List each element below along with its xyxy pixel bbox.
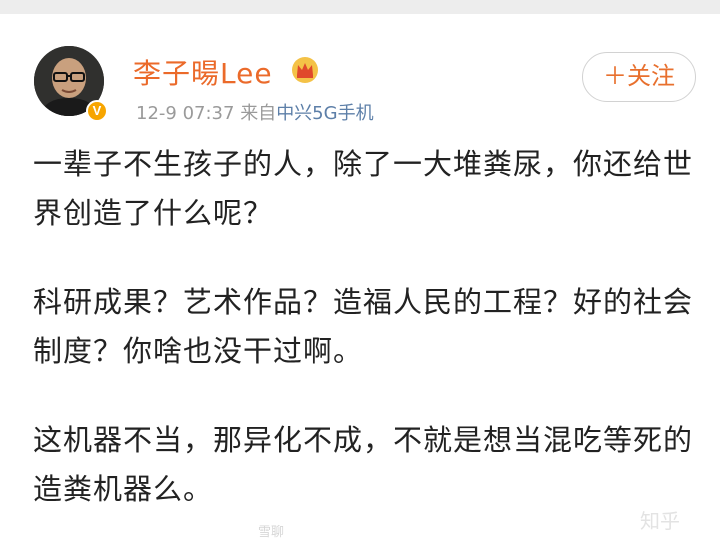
weibo-post-screenshot: V 李子暘Lee 12-9 07:37 来自中兴5G手机 ＋关注 一辈子不生孩子… (0, 0, 720, 545)
crown-icon (292, 57, 318, 83)
post-paragraph-1: 一辈子不生孩子的人，除了一大堆粪尿，你还给世界创造了什么呢？ (33, 147, 694, 230)
source-prefix: 来自 (240, 103, 277, 124)
post-meta: 12-9 07:37 来自中兴5G手机 (136, 99, 374, 125)
post-paragraph-3: 这机器不当，那异化不成，不就是想当混吃等死的造粪机器么。 (33, 423, 694, 506)
zhihu-watermark: 知乎 (640, 509, 680, 533)
source-device-link[interactable]: 中兴5G手机 (276, 103, 373, 124)
top-separator (0, 0, 720, 14)
author-name[interactable]: 李子暘Lee (133, 52, 273, 92)
verified-badge-icon: V (86, 100, 108, 122)
follow-button[interactable]: ＋关注 (582, 52, 696, 102)
post-content: 一辈子不生孩子的人，除了一大堆粪尿，你还给世界创造了什么呢？ 科研成果？艺术作品… (33, 140, 703, 545)
post-paragraph-2: 科研成果？艺术作品？造福人民的工程？好的社会制度？你啥也没干过啊。 (33, 285, 694, 368)
post-date: 12-9 07:37 (136, 103, 235, 124)
blurred-watermark: 雪聊 (258, 525, 285, 540)
